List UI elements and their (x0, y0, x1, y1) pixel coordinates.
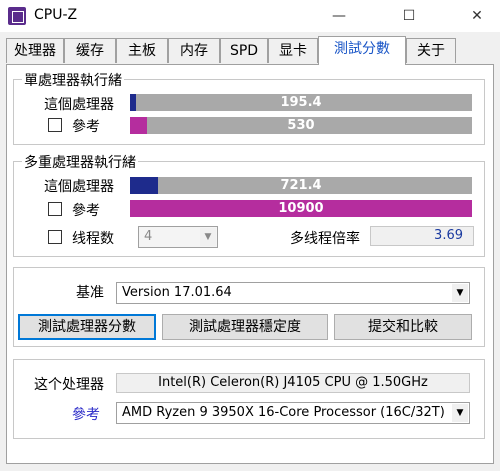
multi-reference-score: 10900 (278, 201, 324, 216)
multi-thread-title: 多重處理器執行緒 (22, 152, 138, 172)
version-select[interactable]: Version 17.01.64 ▼ (116, 282, 470, 304)
multi-this-cpu-label: 這個處理器 (44, 179, 114, 195)
single-reference-bar: 530 (130, 117, 472, 134)
close-button[interactable]: ✕ (454, 0, 500, 32)
single-thread-group: 單處理器執行緒 這個處理器 195.4 參考 530 (13, 70, 485, 145)
chevron-down-icon: ▼ (452, 404, 468, 422)
tab-processor[interactable]: 处理器 (6, 38, 64, 63)
bench-panel: 單處理器執行緒 這個處理器 195.4 參考 530 多重處理器執行緒 這個處理… (6, 64, 494, 464)
single-this-cpu-bar: 195.4 (130, 94, 472, 111)
tab-memory[interactable]: 内存 (168, 38, 220, 63)
benchmark-group: 基准 Version 17.01.64 ▼ 測試處理器分數 測試處理器穩定度 提… (13, 267, 485, 347)
threads-label: 线程数 (72, 231, 114, 247)
minimize-button[interactable]: — (316, 0, 362, 32)
single-reference-score: 530 (287, 118, 315, 133)
threads-checkbox[interactable] (48, 230, 62, 244)
single-reference-label: 參考 (72, 119, 100, 135)
multi-reference-bar: 10900 (130, 200, 472, 217)
single-this-cpu-label: 這個處理器 (44, 97, 114, 113)
cpuz-app-icon (8, 7, 26, 25)
single-reference-checkbox[interactable] (48, 118, 62, 132)
processor-group: 这个处理器 Intel(R) Celeron(R) J4105 CPU @ 1.… (13, 359, 485, 439)
threads-select[interactable]: 4 ▼ (138, 226, 218, 248)
version-value: Version 17.01.64 (122, 285, 232, 300)
tab-graphics[interactable]: 显卡 (268, 38, 318, 63)
multi-this-cpu-score: 721.4 (280, 178, 322, 193)
single-this-cpu-score: 195.4 (280, 95, 322, 110)
tab-about[interactable]: 关于 (406, 38, 456, 63)
submit-compare-button[interactable]: 提交和比較 (334, 314, 472, 340)
maximize-button[interactable]: ☐ (386, 0, 432, 32)
reference-processor-label[interactable]: 參考 (72, 404, 100, 424)
ratio-value-box: 3.69 (370, 226, 474, 246)
tab-cache[interactable]: 缓存 (64, 38, 116, 63)
multi-thread-group: 多重處理器執行緒 這個處理器 721.4 參考 10900 线程数 4 ▼ 多线… (13, 152, 485, 257)
chevron-down-icon: ▼ (200, 228, 216, 246)
threads-value: 4 (144, 229, 153, 244)
base-label: 基准 (76, 285, 104, 301)
this-processor-value: Intel(R) Celeron(R) J4105 CPU @ 1.50GHz (116, 373, 470, 393)
multi-reference-checkbox[interactable] (48, 202, 62, 216)
single-thread-title: 單處理器執行緒 (22, 70, 124, 90)
title-bar: CPU-Z — ☐ ✕ (0, 0, 500, 32)
reference-processor-select[interactable]: AMD Ryzen 9 3950X 16-Core Processor (16C… (116, 402, 470, 424)
multi-reference-label: 參考 (72, 203, 100, 219)
tab-bench[interactable]: 測試分數 (318, 36, 406, 65)
tab-spd[interactable]: SPD (220, 38, 268, 63)
multi-this-cpu-bar: 721.4 (130, 177, 472, 194)
ratio-value: 3.69 (434, 228, 463, 243)
tab-mainboard[interactable]: 主板 (116, 38, 168, 63)
reference-processor-value: AMD Ryzen 9 3950X 16-Core Processor (16C… (122, 405, 445, 420)
window-title: CPU-Z (34, 7, 78, 23)
this-processor-label: 这个处理器 (34, 377, 104, 393)
ratio-label: 多线程倍率 (290, 231, 360, 247)
bench-cpu-button[interactable]: 測試處理器分數 (18, 314, 156, 340)
chevron-down-icon: ▼ (452, 284, 468, 302)
stress-cpu-button[interactable]: 測試處理器穩定度 (162, 314, 328, 340)
